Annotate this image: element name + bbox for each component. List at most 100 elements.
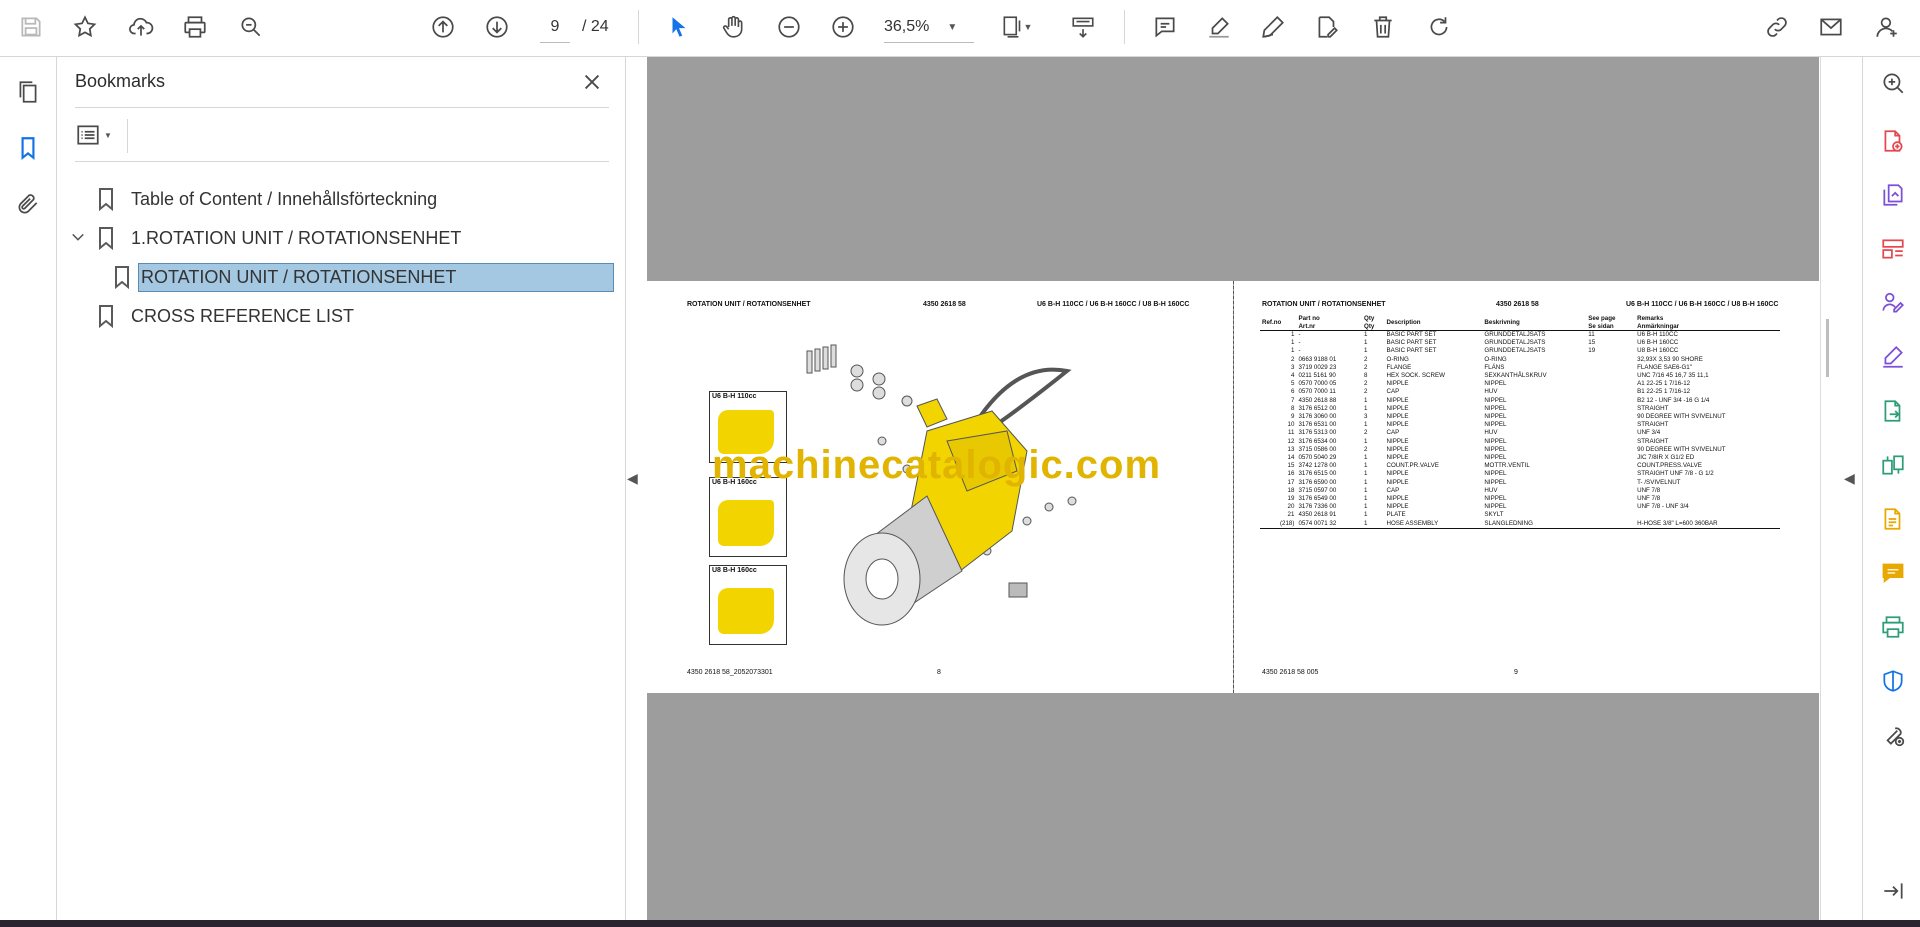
zoom-out-icon[interactable] — [772, 10, 806, 44]
export-pdf-icon[interactable] — [1879, 127, 1907, 155]
save-icon[interactable] — [14, 10, 48, 44]
page-fit-chevron-icon[interactable]: ▼ — [1020, 10, 1036, 44]
table-cell — [1586, 380, 1635, 388]
bookmark-options-button[interactable]: ▼ — [75, 117, 119, 153]
table-cell: 14 — [1287, 454, 1295, 462]
comment-icon[interactable] — [1148, 10, 1182, 44]
rotate-icon[interactable] — [1422, 10, 1456, 44]
table-cell: HUV — [1484, 486, 1498, 494]
comment-tool-icon[interactable] — [1879, 559, 1907, 587]
page-thumbnails-icon[interactable] — [11, 75, 45, 109]
attachment-icon[interactable] — [11, 187, 45, 221]
table-cell: 1 — [1364, 503, 1368, 511]
table-cell: FLÄNS — [1484, 363, 1505, 371]
close-icon[interactable] — [577, 67, 607, 97]
table-cell: 1 — [1364, 404, 1368, 412]
document-viewer[interactable]: ROTATION UNIT / ROTATIONSENHET 4350 2618… — [647, 57, 1819, 920]
table-cell: NIPPEL — [1484, 470, 1507, 478]
zoom-tool-icon[interactable] — [1879, 69, 1907, 97]
next-page-icon[interactable] — [480, 10, 514, 44]
share-link-icon[interactable] — [1760, 10, 1794, 44]
more-tools-icon[interactable] — [1879, 721, 1907, 749]
print-icon[interactable] — [178, 10, 212, 44]
table-cell: B1 22-25 1 7/16-12 — [1637, 388, 1691, 396]
table-cell: 3176 6531 00 — [1298, 421, 1337, 429]
table-cell: 1 — [1364, 495, 1368, 503]
table-cell: 90 DEGREE WITH SVIVELNUT — [1637, 413, 1726, 421]
table-row: 5 0570 7000 05 2 NIPPLE NIPPEL A1 22-25 1 7/1… — [1260, 380, 1780, 388]
table-cell: NIPPLE — [1386, 413, 1409, 421]
table-cell: 10 — [1287, 421, 1295, 429]
bookmark-item-selected[interactable]: ROTATION UNIT / ROTATIONSENHET — [113, 261, 614, 293]
account-icon[interactable] — [1870, 10, 1904, 44]
select-cursor-icon[interactable] — [662, 10, 696, 44]
collapse-left-panel-icon[interactable]: ◀ — [627, 470, 638, 487]
table-cell: NIPPLE — [1386, 470, 1409, 478]
create-pdf-icon[interactable] — [1879, 181, 1907, 209]
fill-sign-icon[interactable] — [1879, 343, 1907, 371]
cloud-upload-icon[interactable] — [124, 10, 158, 44]
highlight-pen-icon[interactable] — [1202, 10, 1236, 44]
table-cell: 5 — [1290, 380, 1295, 388]
export-file-icon[interactable] — [1879, 397, 1907, 425]
previous-page-icon[interactable] — [426, 10, 460, 44]
table-row: 2 0663 9188 01 2 O-RING O-RING 32,93X 3,53 90… — [1260, 356, 1780, 364]
table-cell: 16 — [1287, 470, 1295, 478]
variant-image — [718, 588, 774, 634]
table-row: 3 3719 0029 23 2 FLANGE FLÄNS FLANGE SAE6-G1" — [1260, 364, 1780, 372]
page-footer-doc: 4350 2618 58 005 — [1262, 669, 1319, 676]
table-cell: 11 — [1588, 331, 1595, 338]
table-row: 19 3176 6549 00 1 NIPPLE NIPPEL UNF 7/8 — [1260, 495, 1780, 503]
organize-pages-icon[interactable] — [1879, 235, 1907, 263]
bookmark-item[interactable]: Table of Content / Innehållsförteckning — [97, 183, 437, 215]
protect-shield-icon[interactable] — [1879, 667, 1907, 695]
table-cell: 3715 0586 00 — [1298, 445, 1337, 453]
table-cell — [1586, 454, 1635, 462]
page-header-models: U6 B-H 110CC / U6 B-H 160CC / U8 B-H 160… — [1037, 301, 1190, 308]
collapse-right-panel-icon[interactable]: ◀ — [1844, 470, 1855, 487]
zoom-level-select[interactable]: 36,5% ▼ — [884, 12, 974, 43]
table-cell: 6 — [1290, 388, 1295, 396]
table-cell: 0211 5161 90 — [1298, 372, 1336, 380]
table-cell — [1586, 495, 1635, 503]
panel-divider — [75, 107, 609, 108]
scrollbar-thumb[interactable] — [1826, 319, 1829, 377]
table-header-cell: Remarks Anmärkningar — [1635, 315, 1780, 331]
table-cell: NIPPEL — [1484, 404, 1507, 412]
table-row: 1-1 BASIC PART SET GRUNDDETALJSATS 19 U8 B-H… — [1260, 347, 1780, 355]
table-cell — [1586, 364, 1635, 372]
bookmark-panel-icon[interactable] — [11, 131, 45, 165]
table-cell: FLANGE — [1386, 363, 1412, 371]
table-cell: 4 — [1290, 372, 1295, 380]
zoom-search-icon[interactable] — [234, 10, 268, 44]
bookmark-item[interactable]: CROSS REFERENCE LIST — [97, 300, 354, 332]
watermark-text: machinecatalogic.com — [712, 443, 1162, 487]
request-signature-icon[interactable] — [1879, 289, 1907, 317]
bookmark-icon — [99, 227, 113, 250]
table-cell: 0570 5040 29 — [1298, 454, 1337, 462]
zoom-in-icon[interactable] — [826, 10, 860, 44]
table-cell: 1 — [1364, 462, 1368, 470]
table-cell — [1586, 413, 1635, 421]
print-production-icon[interactable] — [1879, 613, 1907, 641]
expand-panel-icon[interactable] — [1879, 877, 1907, 905]
draw-pen-icon[interactable] — [1256, 10, 1290, 44]
table-cell: 13 — [1287, 445, 1295, 453]
scroll-mode-icon[interactable] — [1066, 10, 1100, 44]
chevron-down-icon[interactable] — [71, 228, 91, 249]
star-icon[interactable] — [68, 10, 102, 44]
table-row: 17 3176 6590 00 1 NIPPLE NIPPEL T- /SVIVELNUT — [1260, 479, 1780, 487]
edit-document-icon[interactable] — [1310, 10, 1344, 44]
table-cell: 3176 3060 00 — [1298, 413, 1337, 421]
compare-files-icon[interactable] — [1879, 451, 1907, 479]
bookmark-item[interactable]: 1.ROTATION UNIT / ROTATIONSENHET — [71, 222, 461, 254]
trash-icon[interactable] — [1366, 10, 1400, 44]
vertical-scrollbar[interactable] — [1820, 57, 1837, 920]
table-cell: UNF 7/8 — [1637, 495, 1661, 503]
page-number-input[interactable]: 9 — [540, 12, 570, 43]
email-icon[interactable] — [1814, 10, 1848, 44]
hand-tool-icon[interactable] — [716, 10, 750, 44]
edit-pdf-icon[interactable] — [1879, 505, 1907, 533]
table-cell: STRAIGHT — [1637, 421, 1669, 429]
table-cell: 3719 0029 23 — [1298, 363, 1337, 371]
